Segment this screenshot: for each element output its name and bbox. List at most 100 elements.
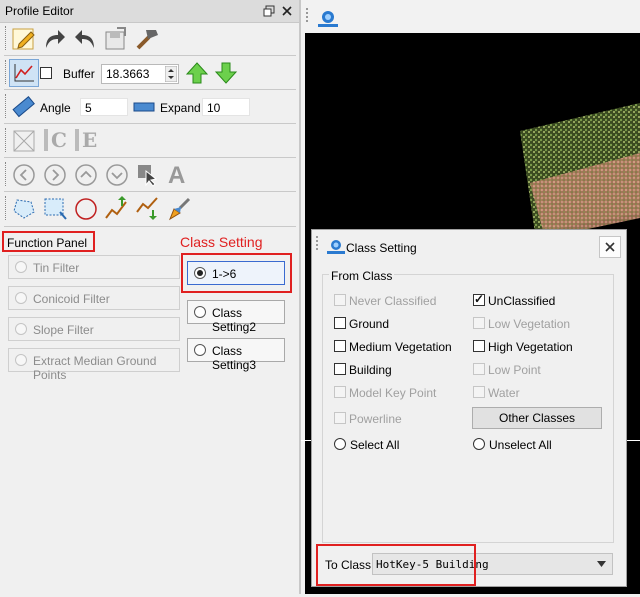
dialog-app-icon [327, 240, 345, 254]
profile-tool-button[interactable] [9, 59, 39, 87]
rectangle-select-icon[interactable] [42, 196, 68, 222]
buffer-label: Buffer [63, 67, 95, 81]
circle-select-icon[interactable] [73, 196, 99, 222]
tin-filter-button[interactable]: Tin Filter [8, 255, 180, 279]
extract-median-radio [15, 354, 27, 366]
select-all-label: Select All [350, 438, 400, 452]
close-icon [605, 242, 615, 252]
hammer-icon[interactable] [134, 26, 160, 52]
polygon-select-icon[interactable] [11, 196, 37, 222]
chevron-down-icon [597, 561, 606, 567]
toolbar-grip [5, 162, 8, 186]
pan-left-icon[interactable] [11, 162, 37, 188]
expand-input[interactable]: 10 [202, 98, 250, 116]
text-annotation-icon[interactable]: A [168, 162, 194, 189]
other-classes-label: Other Classes [498, 411, 576, 425]
toolbar-grip [5, 196, 8, 220]
arrow-down-icon[interactable] [213, 60, 239, 86]
float-icon[interactable] [263, 5, 275, 17]
dialog-title: Class Setting [346, 241, 417, 255]
buffer-value: 18.3663 [106, 67, 150, 81]
class-setting-3-radio [194, 344, 206, 356]
buffer-checkbox[interactable] [40, 67, 52, 79]
pan-up-icon[interactable] [73, 162, 99, 188]
ground-checkbox[interactable] [334, 317, 346, 329]
class-setting-3-label: Class Setting3 [212, 344, 257, 372]
profile-line-icon [14, 64, 34, 82]
powerline-label: Powerline [349, 412, 402, 426]
unselect-all-label: Unselect All [489, 438, 552, 452]
angle-value: 5 [85, 101, 92, 115]
dialog-close-button[interactable] [599, 236, 621, 258]
to-class-highlight [316, 544, 476, 586]
class-setting-highlight [181, 253, 292, 293]
low-point-label: Low Point [488, 363, 541, 377]
expand-label: Expand [160, 101, 201, 115]
lidar360-logo-icon [318, 11, 338, 27]
conicoid-filter-button[interactable]: Conicoid Filter [8, 286, 180, 310]
rotate-angle-icon[interactable] [11, 94, 37, 120]
class-setting-2-label: Class Setting2 [212, 306, 257, 334]
spin-arrows-icon[interactable] [165, 66, 177, 82]
function-panel-highlight [2, 231, 95, 252]
angle-input[interactable]: 5 [80, 98, 128, 116]
other-classes-button[interactable]: Other Classes [472, 407, 602, 429]
toolbar-separator [4, 89, 296, 90]
toolbar-grip [5, 26, 8, 50]
c-tool-icon[interactable]: C [44, 128, 70, 154]
clear-box-icon[interactable] [11, 128, 37, 154]
arrow-up-icon[interactable] [184, 60, 210, 86]
save-icon[interactable] [103, 26, 129, 52]
class-setting-annotation: Class Setting [180, 234, 263, 250]
water-checkbox[interactable] [473, 386, 485, 398]
select-cursor-icon[interactable] [135, 162, 161, 188]
class-setting-3-button[interactable]: Class Setting3 [187, 338, 285, 372]
toolbar-grip [5, 94, 8, 118]
viewport-grip [306, 8, 310, 22]
close-icon[interactable] [281, 5, 293, 17]
pan-down-icon[interactable] [104, 162, 130, 188]
angle-label: Angle [40, 101, 71, 115]
below-line-icon[interactable] [135, 196, 161, 222]
medium-vegetation-checkbox[interactable] [334, 340, 346, 352]
building-checkbox[interactable] [334, 363, 346, 375]
buffer-input[interactable]: 18.3663 [101, 64, 179, 84]
e-tool-icon[interactable]: E [75, 128, 101, 154]
powerline-checkbox[interactable] [334, 412, 346, 424]
slope-filter-button[interactable]: Slope Filter [8, 317, 180, 341]
tin-filter-radio [15, 261, 27, 273]
expand-value: 10 [207, 101, 221, 115]
toolbar-separator [4, 191, 296, 192]
select-all-radio[interactable] [334, 438, 346, 450]
unselect-all-radio[interactable] [473, 438, 485, 450]
undo-icon[interactable] [73, 26, 99, 52]
medium-vegetation-label: Medium Vegetation [349, 340, 452, 354]
unclassified-checkbox[interactable] [473, 292, 485, 306]
edit-icon[interactable] [11, 26, 37, 52]
pan-right-icon[interactable] [42, 162, 68, 188]
dialog-grip [316, 236, 320, 250]
high-vegetation-checkbox[interactable] [473, 340, 485, 352]
profile-editor-title: Profile Editor [5, 4, 74, 18]
conicoid-filter-label: Conicoid Filter [33, 292, 110, 306]
model-key-point-label: Model Key Point [349, 386, 437, 400]
low-point-checkbox[interactable] [473, 363, 485, 375]
toolbar-separator [4, 55, 296, 56]
expand-icon[interactable] [132, 100, 156, 114]
never-classified-checkbox[interactable] [334, 294, 346, 306]
high-vegetation-label: High Vegetation [488, 340, 573, 354]
above-line-icon[interactable] [104, 196, 130, 222]
brush-icon[interactable] [166, 196, 192, 222]
class-setting-2-button[interactable]: Class Setting2 [187, 300, 285, 334]
extract-median-ground-points-button[interactable]: Extract Median Ground Points [8, 348, 180, 382]
class-setting-2-radio [194, 306, 206, 318]
toolbar-separator [4, 157, 296, 158]
water-label: Water [488, 386, 520, 400]
extract-median-label: Extract Median Ground Points [33, 354, 157, 382]
low-vegetation-checkbox[interactable] [473, 317, 485, 329]
conicoid-filter-radio [15, 292, 27, 304]
model-key-point-checkbox[interactable] [334, 386, 346, 398]
redo-icon[interactable] [41, 26, 67, 52]
from-class-label: From Class [329, 269, 395, 283]
toolbar-grip [5, 128, 8, 152]
